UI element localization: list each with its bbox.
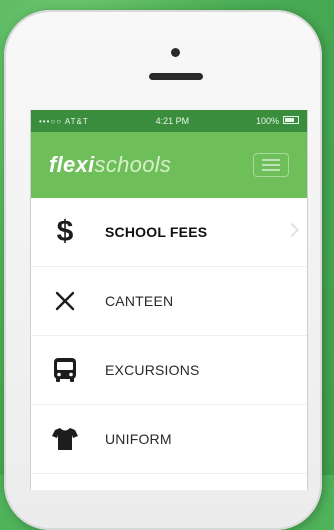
earpiece-speaker	[149, 73, 203, 80]
battery-status: 100%	[256, 116, 299, 126]
menu-item-canteen[interactable]: CANTEEN	[31, 267, 307, 336]
status-time: 4:21 PM	[155, 116, 190, 126]
app-logo: flexischools	[49, 152, 171, 178]
carrier-info: •••○○ AT&T	[39, 117, 89, 126]
cross-cutlery-icon	[51, 287, 79, 315]
status-bar: •••○○ AT&T 4:21 PM 100%	[31, 110, 307, 132]
menu-item-label: UNIFORM	[105, 431, 172, 447]
app-header: flexischools	[31, 132, 307, 198]
battery-percent: 100%	[255, 116, 279, 126]
logo-text-flexi: flexi	[49, 152, 95, 177]
carrier-label: •••○○ AT&T	[39, 116, 89, 126]
menu-item-label: CANTEEN	[105, 293, 174, 309]
main-menu: $ SCHOOL FEES CANTEEN EXCURSIONS UNIFORM	[31, 198, 307, 474]
front-camera	[171, 48, 180, 57]
battery-icon	[282, 116, 299, 124]
bus-icon	[51, 356, 79, 384]
menu-item-school-fees[interactable]: $ SCHOOL FEES	[31, 198, 307, 267]
shirt-icon	[51, 425, 79, 453]
hamburger-icon	[262, 159, 280, 161]
dollar-icon: $	[56, 215, 74, 248]
chevron-right-icon	[284, 222, 300, 238]
menu-toggle-button[interactable]	[253, 153, 289, 177]
menu-item-label: EXCURSIONS	[105, 362, 200, 378]
menu-item-excursions[interactable]: EXCURSIONS	[31, 336, 307, 405]
menu-item-label: SCHOOL FEES	[105, 224, 208, 240]
logo-text-schools: schools	[94, 152, 172, 177]
menu-item-uniform[interactable]: UNIFORM	[31, 405, 307, 474]
phone-screen: •••○○ AT&T 4:21 PM 100% flexischools $ S…	[30, 110, 308, 490]
